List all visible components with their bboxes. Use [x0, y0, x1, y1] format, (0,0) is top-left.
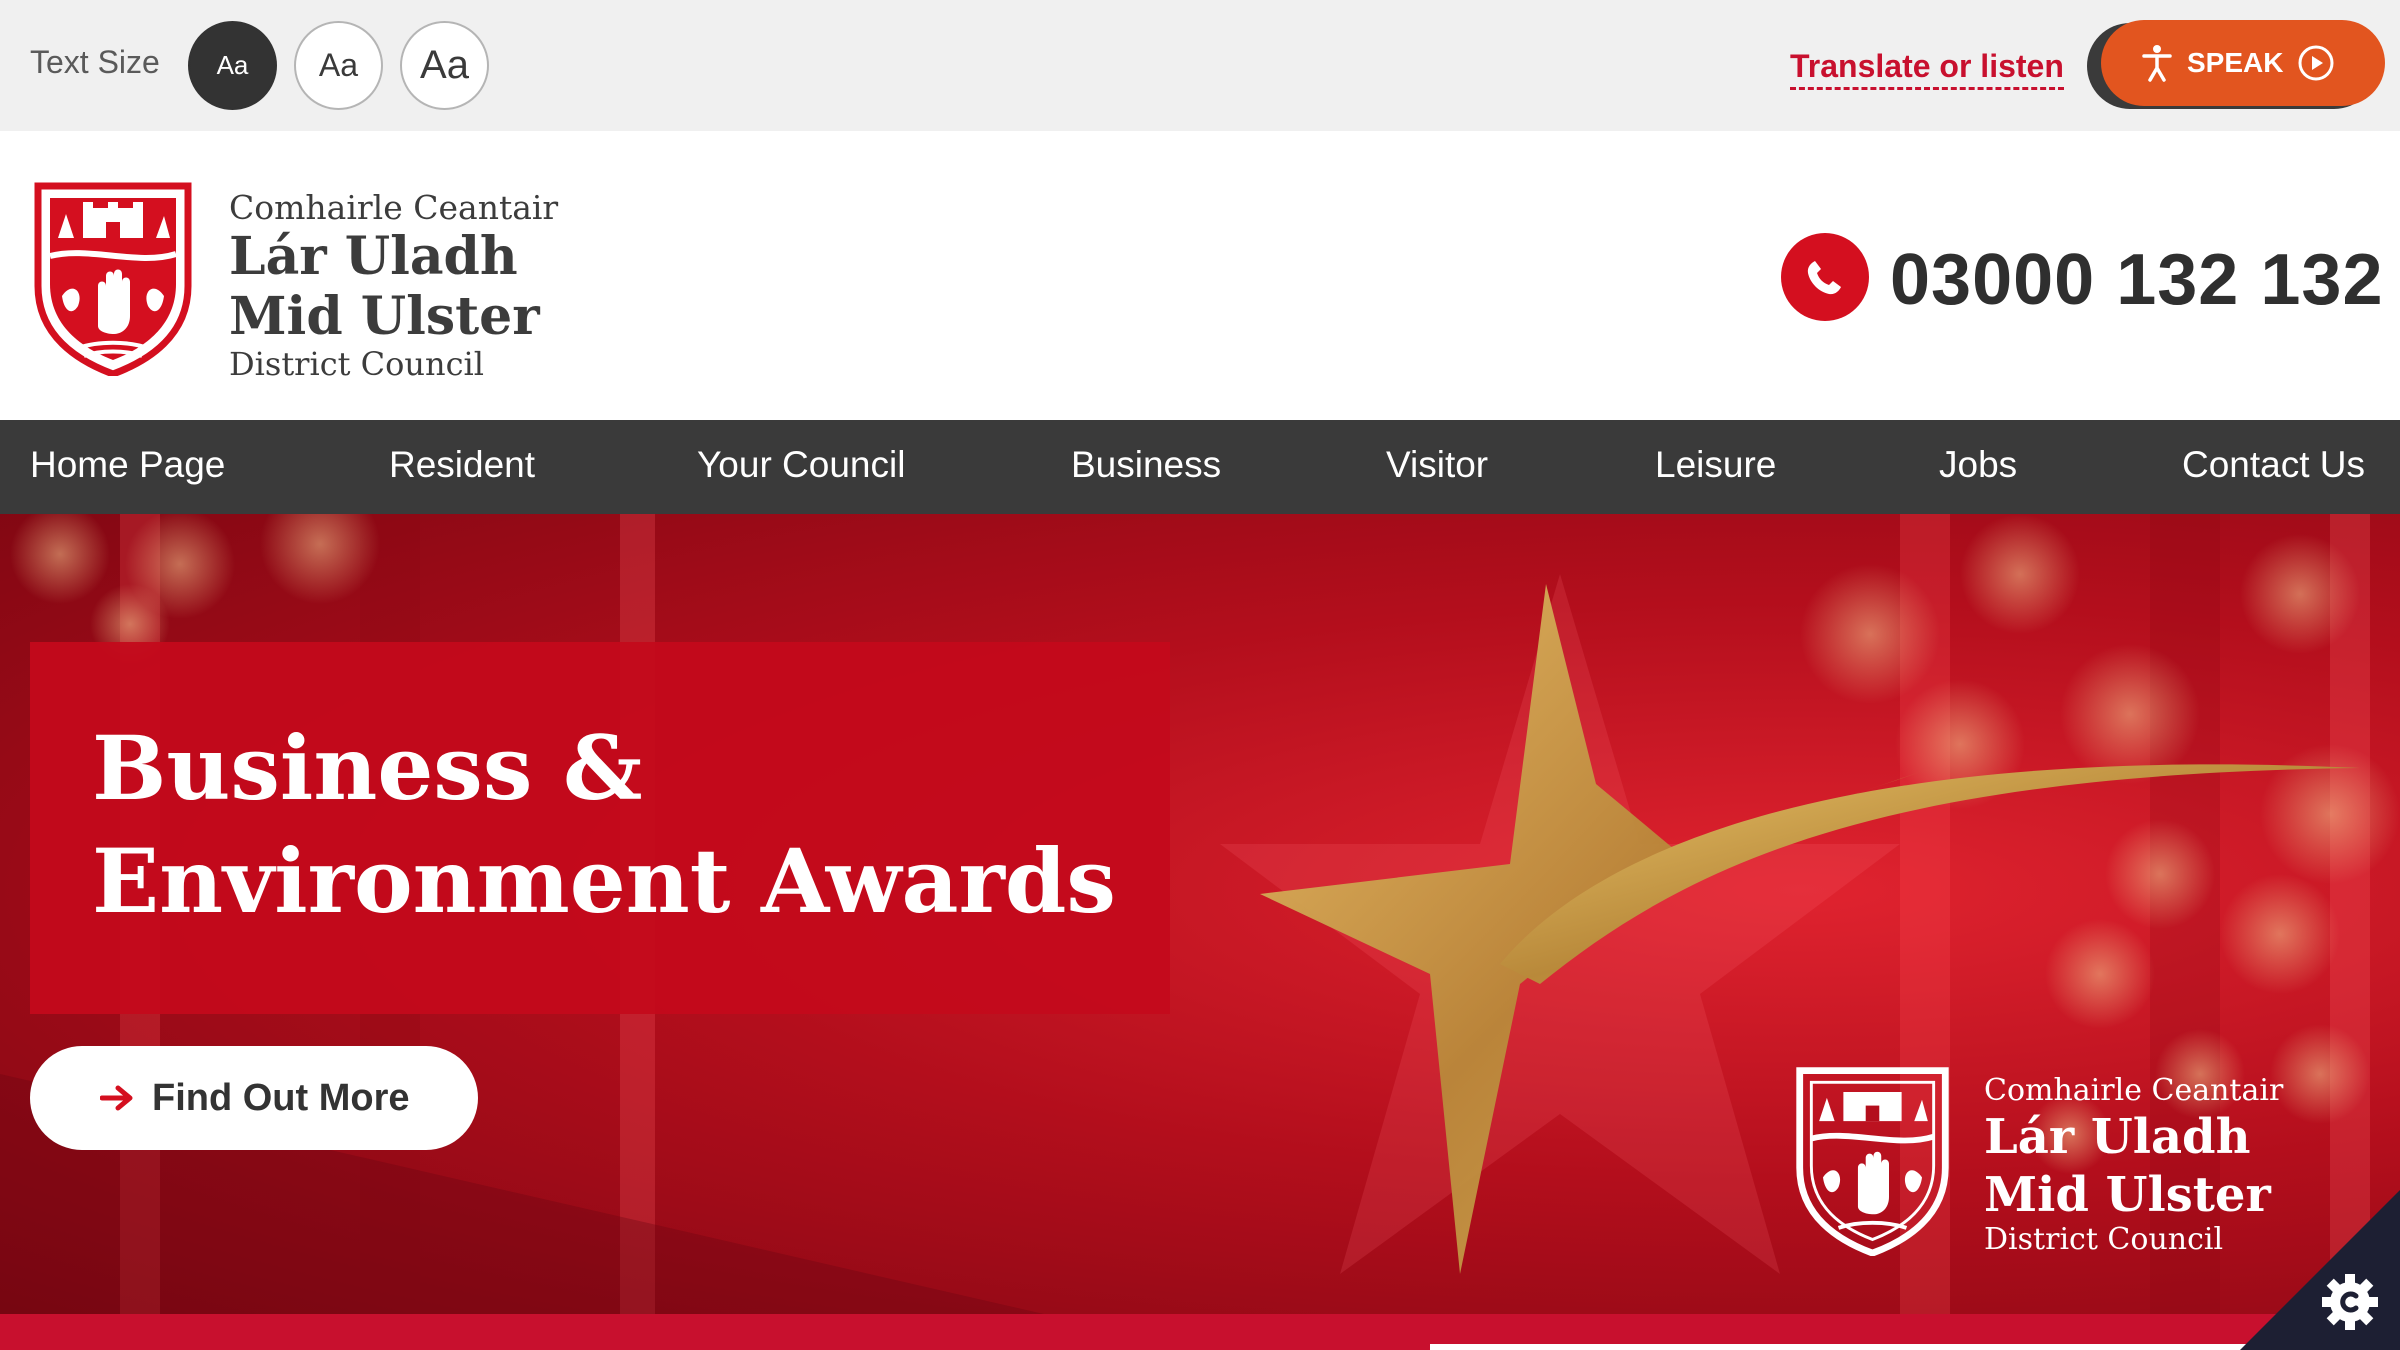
cookie-settings-button[interactable] — [2240, 1190, 2400, 1350]
hero-banner: Business & Environment Awards Find Out M… — [0, 514, 2400, 1350]
nav-item-home-page[interactable]: Home Page — [30, 444, 225, 486]
brand-line-1: Comhairle Ceantair — [229, 188, 559, 227]
text-size-large-button[interactable]: Aa — [400, 21, 489, 110]
hero-brand-line-4: District Council — [1984, 1222, 2224, 1257]
nav-item-jobs[interactable]: Jobs — [1939, 444, 2017, 486]
phone-number[interactable]: 03000 132 132 — [1890, 239, 2383, 321]
text-size-label: Text Size — [30, 44, 160, 80]
accessibility-person-icon — [2142, 45, 2172, 82]
hero-title: Business & Environment Awards — [92, 716, 1116, 933]
arrow-right-icon — [100, 1085, 133, 1111]
brand-line-3: Mid Ulster — [229, 286, 540, 347]
translate-or-listen-link[interactable]: Translate or listen — [1790, 48, 2064, 90]
nav-item-visitor[interactable]: Visitor — [1386, 444, 1488, 486]
speak-button[interactable]: SPEAK — [2101, 20, 2385, 106]
site-header: Comhairle Ceantair Lár Uladh Mid Ulster … — [0, 131, 2400, 420]
nav-item-business[interactable]: Business — [1071, 444, 1221, 486]
nav-item-resident[interactable]: Resident — [389, 444, 535, 486]
nav-item-contact-us[interactable]: Contact Us — [2182, 444, 2365, 486]
nav-item-leisure[interactable]: Leisure — [1655, 444, 1776, 486]
main-navigation: Home Page Resident Your Council Business… — [0, 420, 2400, 514]
phone-icon[interactable] — [1781, 233, 1869, 321]
speak-label: SPEAK — [2187, 47, 2284, 78]
hero-brand-line-3: Mid Ulster — [1984, 1167, 2271, 1223]
text-size-small-button[interactable]: Aa — [188, 21, 277, 110]
find-out-more-label: Find Out More — [152, 1076, 410, 1119]
accessibility-bar: Text Size Aa Aa Aa Translate or listen S… — [0, 0, 2400, 131]
gear-icon — [2322, 1274, 2378, 1330]
find-out-more-button[interactable]: Find Out More — [30, 1046, 478, 1150]
hero-brand-line-2: Lár Uladh — [1984, 1109, 2251, 1165]
nav-item-your-council[interactable]: Your Council — [697, 444, 905, 486]
hero-brand-line-1: Comhairle Ceantair — [1984, 1073, 2284, 1108]
play-circle-icon — [2298, 45, 2334, 81]
hero-council-crest-logo — [1796, 1067, 1949, 1256]
hero-title-panel: Business & Environment Awards — [30, 642, 1170, 1014]
text-size-medium-button[interactable]: Aa — [294, 21, 383, 110]
council-brand-text[interactable]: Comhairle Ceantair Lár Uladh Mid Ulster … — [229, 188, 559, 383]
brand-line-4: District Council — [229, 345, 485, 383]
hero-brand-text: Comhairle Ceantair Lár Uladh Mid Ulster … — [1984, 1074, 2283, 1256]
brand-line-2: Lár Uladh — [229, 226, 518, 287]
council-crest-logo[interactable] — [28, 176, 198, 376]
